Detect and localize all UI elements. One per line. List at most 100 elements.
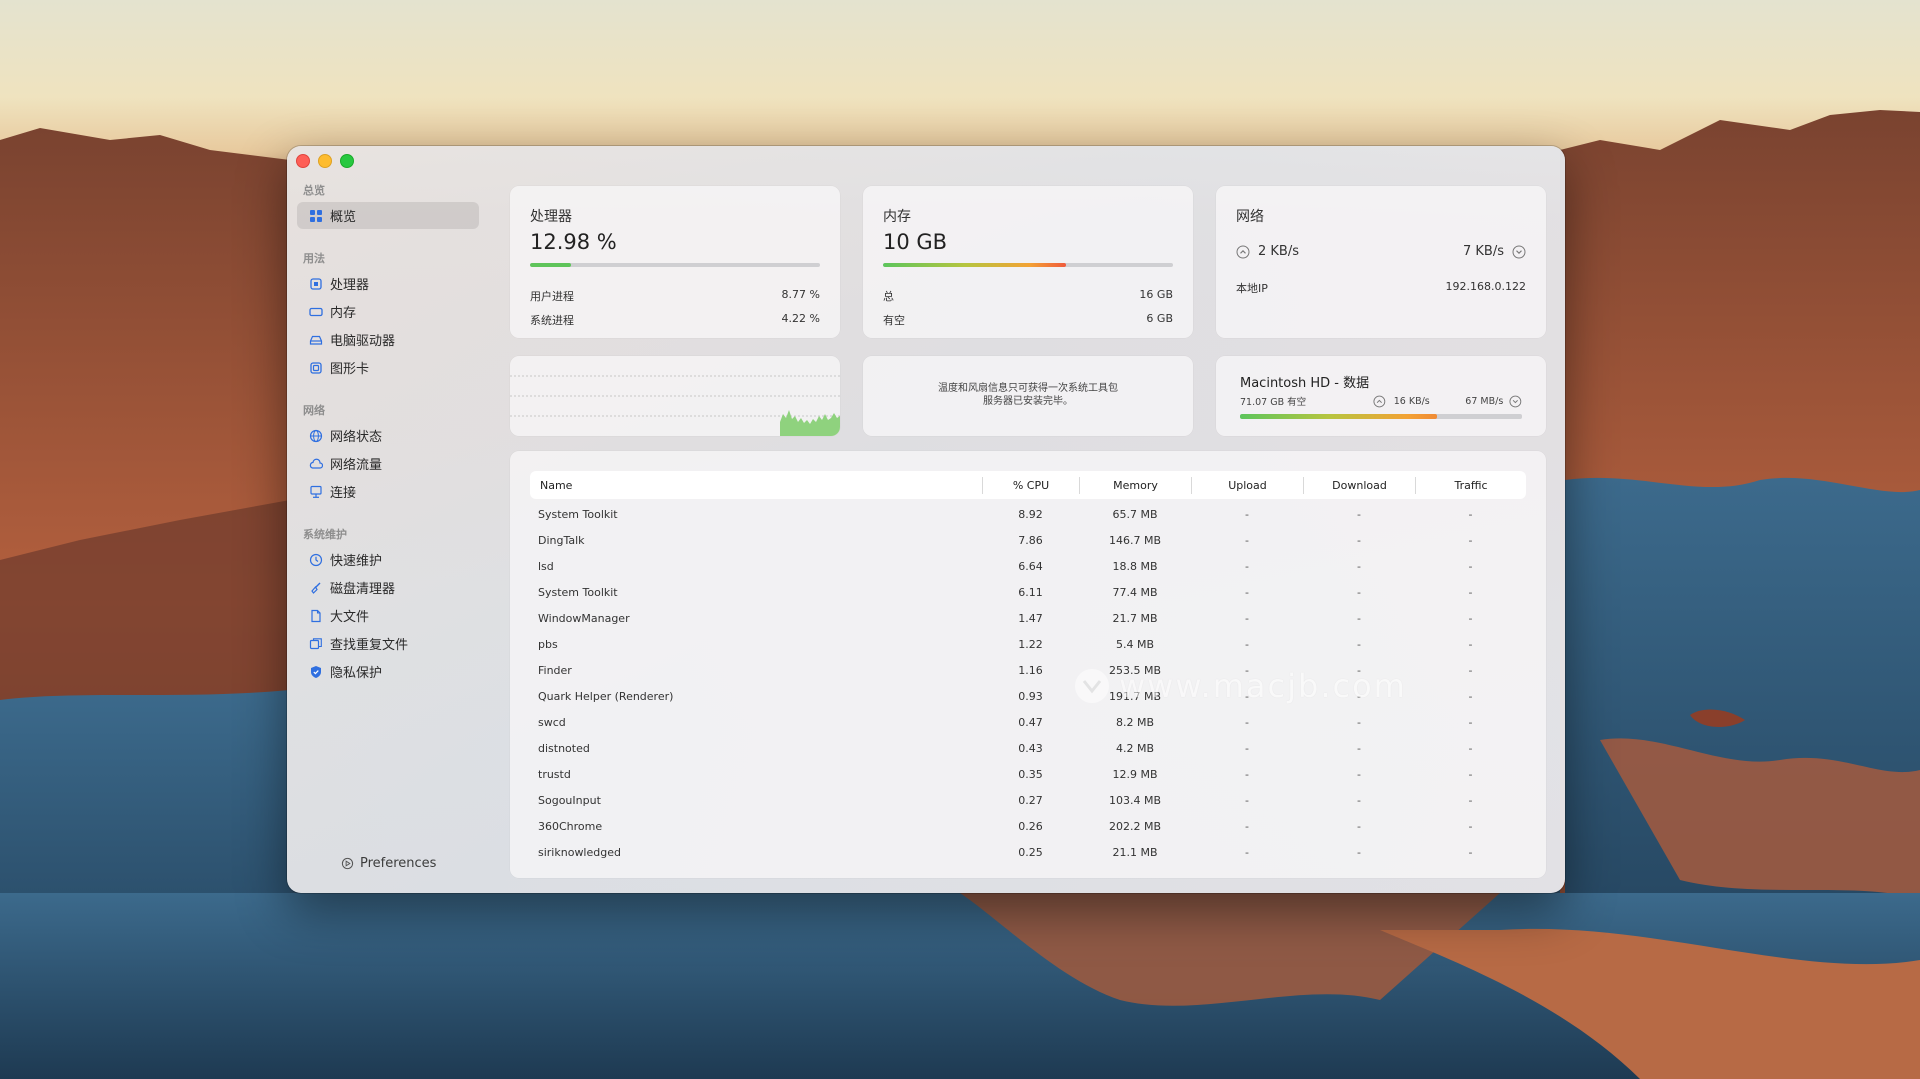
cell-upload: - (1245, 585, 1249, 599)
cell-upload: - (1245, 507, 1249, 521)
table-row[interactable]: siriknowledged 0.25 21.1 MB - - - (530, 839, 1526, 865)
cell-upload: - (1245, 767, 1249, 781)
cell-upload: - (1245, 663, 1249, 677)
sidebar-item-large-files[interactable]: 大文件 (297, 602, 479, 629)
cell-name: System Toolkit (538, 585, 618, 599)
cell-traffic: - (1468, 819, 1473, 833)
column-header-memory[interactable]: Memory (1079, 476, 1191, 494)
sidebar-item-overview[interactable]: 概览 (297, 202, 479, 229)
cell-download: - (1357, 637, 1361, 651)
column-header-download[interactable]: Download (1303, 476, 1415, 494)
globe-icon (309, 429, 323, 443)
sidebar-item-drives[interactable]: 电脑驱动器 (297, 326, 479, 353)
table-row[interactable]: lsd 6.64 18.8 MB - - - (530, 553, 1526, 579)
table-row[interactable]: Finder 1.16 253.5 MB - - - (530, 657, 1526, 683)
cell-download: - (1357, 559, 1361, 573)
cell-name: 360Chrome (538, 819, 603, 833)
cell-traffic: - (1468, 689, 1473, 703)
cell-cpu: 0.47 (1018, 715, 1043, 729)
table-row[interactable]: pbs 1.22 5.4 MB - - - (530, 631, 1526, 657)
table-row[interactable]: System Toolkit 6.11 77.4 MB - - - (530, 579, 1526, 605)
table-row[interactable]: System Toolkit 8.92 65.7 MB - - - (530, 501, 1526, 527)
sidebar-item-label: 网络流量 (330, 458, 383, 473)
column-header-name[interactable]: Name (530, 479, 982, 492)
memory-icon (309, 305, 323, 319)
cell-upload: - (1245, 611, 1249, 625)
sidebar-item-disk-cleaner[interactable]: 磁盘清理器 (297, 574, 479, 601)
sidebar-item-connections[interactable]: 连接 (297, 478, 479, 505)
sidebar-item-gpu[interactable]: 图形卡 (297, 354, 479, 381)
drive-icon (309, 333, 323, 347)
cell-memory: 103.4 MB (1108, 793, 1162, 807)
disk-stats-row: 71.07 GB 有空 16 KB/s 67 MB/s (1240, 394, 1522, 408)
settings-icon (341, 857, 354, 870)
disk-read-arrow-icon (1373, 395, 1386, 407)
sidebar-item-label: 内存 (330, 306, 357, 321)
local-ip-label: 本地IP (1236, 282, 1268, 295)
process-table-header: Name % CPU Memory Upload Download Traffi… (530, 471, 1526, 499)
table-row[interactable]: Quark Helper (Renderer) 0.93 191.7 MB - - - (530, 683, 1526, 709)
memory-total-value: 16 GB (1139, 288, 1173, 301)
cell-upload: - (1245, 793, 1249, 807)
sidebar-item-quick-maintenance[interactable]: 快速维护 (297, 546, 479, 573)
memory-total-label: 总 (883, 290, 894, 303)
column-header-cpu[interactable]: % CPU (982, 476, 1079, 494)
table-row[interactable]: distnoted 0.43 4.2 MB - - - (530, 735, 1526, 761)
column-header-traffic[interactable]: Traffic (1415, 476, 1526, 494)
cpu-history-area (780, 410, 840, 436)
preferences-button[interactable]: Preferences (341, 856, 436, 871)
sidebar-item-network-status[interactable]: 网络状态 (297, 422, 479, 449)
table-row[interactable]: WindowManager 1.47 21.7 MB - - - (530, 605, 1526, 631)
memory-usage-bar (883, 263, 1173, 267)
cpu-card[interactable]: 处理器 12.98 % 用户进程 8.77 % 系统进程 4.22 % (510, 186, 840, 338)
cell-memory: 5.4 MB (1115, 637, 1155, 651)
sidebar-item-network-traffic[interactable]: 网络流量 (297, 450, 479, 477)
cell-download: - (1357, 689, 1361, 703)
cell-memory: 202.2 MB (1108, 819, 1162, 833)
sidebar-item-privacy[interactable]: 隐私保护 (297, 658, 479, 685)
memory-used-value: 10 GB (883, 230, 948, 254)
cell-name: DingTalk (538, 533, 585, 547)
cell-download: - (1357, 845, 1361, 859)
column-header-upload[interactable]: Upload (1191, 476, 1303, 494)
monitor-icon (309, 485, 323, 499)
sidebar-item-memory[interactable]: 内存 (297, 298, 479, 325)
cpu-usage-bar-fill (530, 263, 571, 267)
cell-download: - (1357, 663, 1361, 677)
table-row[interactable]: swcd 0.47 8.2 MB - - - (530, 709, 1526, 735)
table-row[interactable]: 360Chrome 0.26 202.2 MB - - - (530, 813, 1526, 839)
cell-cpu: 0.35 (1018, 767, 1043, 781)
cell-traffic: - (1468, 533, 1473, 547)
cell-download: - (1357, 611, 1361, 625)
cell-name: System Toolkit (538, 507, 618, 521)
upload-arrow-icon (1236, 245, 1250, 258)
network-card[interactable]: 网络 2 KB/s 7 KB/s 本地IP 192.168.0.122 (1216, 186, 1546, 338)
sidebar-item-duplicates[interactable]: 查找重复文件 (297, 630, 479, 657)
sensor-notice-card: 温度和风扇信息只可获得一次系统工具包 服务器已安装完毕。 (863, 356, 1193, 436)
memory-card[interactable]: 内存 10 GB 总 16 GB 有空 6 GB (863, 186, 1193, 338)
disk-usage-bar (1240, 414, 1522, 419)
table-row[interactable]: trustd 0.35 12.9 MB - - - (530, 761, 1526, 787)
cpu-system-value: 4.22 % (781, 312, 820, 325)
cell-traffic: - (1468, 767, 1473, 781)
disk-write-arrow-icon (1509, 395, 1522, 407)
memory-free-value: 6 GB (1146, 312, 1173, 325)
disk-name: Macintosh HD - 数据 (1240, 376, 1370, 391)
cell-cpu: 0.43 (1018, 741, 1043, 755)
table-row[interactable]: DingTalk 7.86 146.7 MB - - - (530, 527, 1526, 553)
sidebar-section-usage: 用法 (303, 252, 325, 265)
disk-card[interactable]: Macintosh HD - 数据 71.07 GB 有空 16 KB/s 67… (1216, 356, 1546, 436)
cpu-history-chart (510, 375, 840, 436)
sidebar-item-label: 磁盘清理器 (330, 582, 396, 597)
sidebar-item-label: 处理器 (330, 278, 370, 293)
cell-memory: 12.9 MB (1112, 767, 1158, 781)
cell-upload: - (1245, 845, 1249, 859)
cell-download: - (1357, 585, 1361, 599)
cell-memory: 18.8 MB (1112, 559, 1158, 573)
cell-name: distnoted (538, 741, 590, 755)
cell-traffic: - (1468, 637, 1473, 651)
cell-traffic: - (1468, 611, 1473, 625)
table-row[interactable]: SogouInput 0.27 103.4 MB - - - (530, 787, 1526, 813)
cpu-usage-value: 12.98 % (530, 230, 617, 254)
sidebar-item-cpu[interactable]: 处理器 (297, 270, 479, 297)
